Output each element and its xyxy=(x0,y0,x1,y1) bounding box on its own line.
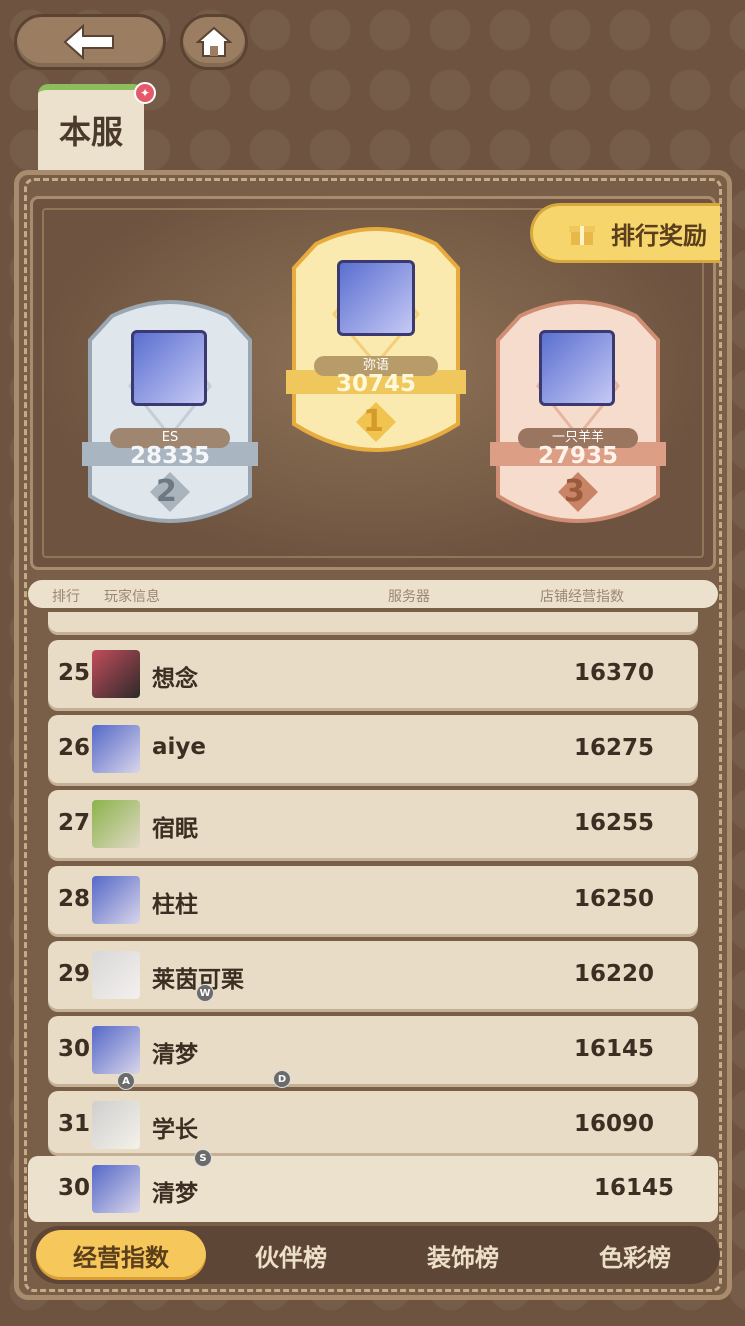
row-score: 16255 xyxy=(574,810,655,836)
list-item[interactable]: 31 学长 16090 xyxy=(48,1091,698,1153)
row-rank: 25 xyxy=(58,660,91,686)
tab-label: 装饰榜 xyxy=(427,1243,499,1272)
my-name: 清梦 xyxy=(152,1181,198,1207)
tab-label: 经营指数 xyxy=(73,1243,169,1272)
tab-local-server[interactable]: 本服 xyxy=(38,84,144,170)
list-item[interactable] xyxy=(48,612,698,632)
tab-business-index[interactable]: 经营指数 xyxy=(36,1230,206,1280)
player-score: 28335 xyxy=(129,443,211,469)
list-item[interactable]: 30 清梦 16145 xyxy=(48,1016,698,1084)
row-name: 清梦 xyxy=(152,1042,198,1068)
row-name: 宿眠 xyxy=(152,816,198,842)
avatar xyxy=(337,260,415,336)
row-rank: 31 xyxy=(58,1111,91,1137)
avatar xyxy=(92,1026,140,1074)
player-score: 30745 xyxy=(335,371,417,397)
rank-number: 1 xyxy=(363,404,384,439)
header-index: 店铺经营指数 xyxy=(540,589,624,605)
row-rank: 27 xyxy=(58,810,91,836)
row-rank: 28 xyxy=(58,886,91,912)
list-item[interactable]: 25 想念 16370 xyxy=(48,640,698,708)
row-name: aiye xyxy=(152,734,206,760)
home-icon xyxy=(196,26,232,57)
avatar xyxy=(92,951,140,999)
row-score: 16145 xyxy=(574,1036,655,1062)
gift-icon xyxy=(569,226,595,245)
podium-card-3[interactable]: 一只羊羊 27935 3 xyxy=(490,296,666,532)
avatar xyxy=(92,725,140,773)
rank-number: 3 xyxy=(564,474,585,509)
reward-label: 排行奖励 xyxy=(611,221,707,250)
key-hint-w: W xyxy=(196,984,214,1002)
row-name: 想念 xyxy=(152,666,198,692)
header-player: 玩家信息 xyxy=(104,589,160,605)
tab-color[interactable]: 色彩榜 xyxy=(550,1230,720,1280)
list-item[interactable]: 26 aiye 16275 xyxy=(48,715,698,783)
player-score: 27935 xyxy=(537,443,619,469)
row-score: 16250 xyxy=(574,886,655,912)
row-rank: 30 xyxy=(58,1036,91,1062)
key-hint-d: D xyxy=(273,1070,291,1088)
tab-decoration[interactable]: 装饰榜 xyxy=(378,1230,548,1280)
my-rank: 30 xyxy=(58,1175,91,1201)
my-rank-row[interactable]: 30 清梦 16145 xyxy=(28,1156,718,1222)
avatar xyxy=(92,1165,140,1213)
list-item[interactable]: 27 宿眠 16255 xyxy=(48,790,698,858)
my-score: 16145 xyxy=(594,1175,675,1201)
header-rank: 排行 xyxy=(52,589,80,605)
list-item[interactable]: 28 柱柱 16250 xyxy=(48,866,698,934)
tab-local-server-label: 本服 xyxy=(58,113,123,151)
row-name: 柱柱 xyxy=(152,892,198,918)
row-score: 16275 xyxy=(574,735,655,761)
avatar xyxy=(92,800,140,848)
podium-card-2[interactable]: ES 28335 2 xyxy=(82,296,258,532)
key-hint-s: S xyxy=(194,1149,212,1167)
row-rank: 26 xyxy=(58,735,91,761)
tab-label: 伙伴榜 xyxy=(255,1243,327,1272)
home-button[interactable] xyxy=(180,14,248,70)
avatar xyxy=(131,330,207,406)
tab-label: 色彩榜 xyxy=(599,1243,671,1272)
row-name: 学长 xyxy=(152,1117,198,1143)
avatar xyxy=(539,330,615,406)
avatar xyxy=(92,876,140,924)
list-item[interactable]: 29 莱茵可栗 16220 xyxy=(48,941,698,1009)
back-arrow-icon xyxy=(63,24,114,60)
podium-card-1[interactable]: 弥语 30745 1 xyxy=(286,224,466,464)
ranking-reward-button[interactable]: 排行奖励 xyxy=(530,203,720,263)
back-button[interactable] xyxy=(14,14,166,70)
rank-number: 2 xyxy=(156,474,177,509)
key-hint-a: A xyxy=(117,1072,135,1090)
header-server: 服务器 xyxy=(388,589,430,605)
row-score: 16370 xyxy=(574,660,655,686)
row-score: 16220 xyxy=(574,961,655,987)
row-rank: 29 xyxy=(58,961,91,987)
avatar xyxy=(92,650,140,698)
notification-badge: ✦ xyxy=(134,82,156,104)
row-score: 16090 xyxy=(574,1111,655,1137)
tab-partner[interactable]: 伙伴榜 xyxy=(206,1230,376,1280)
list-header: 排行 玩家信息 服务器 店铺经营指数 xyxy=(28,580,718,608)
avatar xyxy=(92,1101,140,1149)
